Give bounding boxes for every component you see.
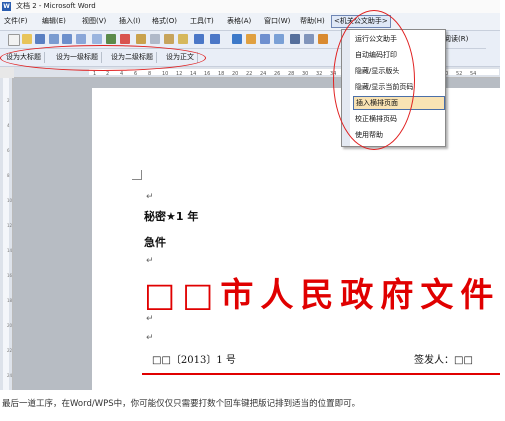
vruler-tick: 8 (7, 173, 10, 178)
ruler-tick: 52 (456, 71, 463, 77)
document-header-title: □□市人民政府文件 (144, 275, 500, 314)
undo-icon[interactable] (194, 34, 204, 44)
open-icon[interactable] (22, 34, 32, 44)
word-app-icon: W (2, 2, 11, 11)
print-icon[interactable] (76, 34, 86, 44)
ruler-tick: 20 (232, 71, 239, 77)
paragraph-mark: ↵ (146, 256, 154, 266)
paragraph-mark: ↵ (146, 192, 154, 202)
vruler-tick: 6 (7, 148, 10, 153)
menu-item-help[interactable]: 使用帮助 (353, 129, 443, 141)
margin-corner-mark (132, 170, 142, 180)
vruler-tick: 14 (7, 248, 13, 253)
menu-tools[interactable]: 工具(T) (188, 16, 216, 27)
menu-item-insert-landscape-page[interactable]: 插入横排页面 (353, 96, 445, 110)
print-preview-icon[interactable] (92, 34, 102, 44)
window-title: 文档 2 - Microsoft Word (16, 2, 96, 10)
vruler-tick: 18 (7, 298, 13, 303)
new-icon[interactable] (8, 34, 20, 46)
menu-item-run-assistant[interactable]: 运行公文助手 (353, 33, 443, 45)
vruler-tick: 16 (7, 273, 13, 278)
assistant-dropdown-menu: 运行公文助手 自动编码打印 隐藏/显示版头 隐藏/显示当前页码 插入横排页面 校… (341, 29, 446, 147)
signer-label: 签发人：□□ (414, 355, 473, 366)
menu-insert[interactable]: 插入(I) (117, 16, 143, 27)
menu-icon-gutter (342, 30, 350, 146)
ruler-tick: 32 (316, 71, 323, 77)
caption-text: 最后一道工序，在Word/WPS中，你可能仅仅只需要打数个回车键把版记排到适当的… (2, 399, 361, 409)
menu-item-toggle-page-number[interactable]: 隐藏/显示当前页码 (353, 81, 443, 93)
vruler-tick: 22 (7, 348, 13, 353)
ruler-tick: 8 (148, 71, 152, 77)
menu-file[interactable]: 文件(F) (2, 16, 30, 27)
copy-icon[interactable] (150, 34, 160, 44)
secret-level-text: 秘密★1 年 (144, 210, 199, 223)
menu-help[interactable]: 帮助(H) (298, 16, 327, 27)
paragraph-mark: ↵ (146, 314, 154, 324)
insert-table-icon[interactable] (260, 34, 270, 44)
ruler-tick: 2 (106, 71, 110, 77)
ruler-tick: 1 (93, 71, 97, 77)
menu-item-toggle-header[interactable]: 隐藏/显示版头 (353, 65, 443, 77)
vruler-tick: 20 (7, 323, 13, 328)
paste-icon[interactable] (164, 34, 174, 44)
vruler-tick: 12 (7, 223, 13, 228)
ruler-tick: 22 (246, 71, 253, 77)
ruler-tick: 16 (204, 71, 211, 77)
set-main-title-button[interactable]: 设为大标题 (6, 52, 45, 63)
vruler-tick: 4 (7, 123, 10, 128)
vertical-ruler[interactable]: 2 4 6 8 10 12 14 16 18 20 22 24 (0, 78, 13, 390)
email-icon[interactable] (62, 34, 72, 44)
columns-icon[interactable] (290, 34, 300, 44)
drawing-icon[interactable] (304, 34, 314, 44)
insert-excel-icon[interactable] (274, 34, 284, 44)
ruler-tick: 26 (274, 71, 281, 77)
cut-icon[interactable] (136, 34, 146, 44)
reading-mode-button[interactable]: 阅读(R) (444, 34, 471, 45)
set-level2-heading-button[interactable]: 设为二级标题 (111, 52, 157, 63)
document-map-icon[interactable] (318, 34, 328, 44)
word-window: W 文档 2 - Microsoft Word 文件(F) 编辑(E) 视图(V… (0, 0, 500, 390)
menu-table[interactable]: 表格(A) (225, 16, 253, 27)
permission-icon[interactable] (49, 34, 59, 44)
set-body-text-button[interactable]: 设为正文 (166, 52, 198, 63)
vertical-ruler-area: 2 4 6 8 10 12 14 16 18 20 22 24 (3, 78, 13, 390)
ruler-tick: 14 (190, 71, 197, 77)
menu-format[interactable]: 格式(O) (150, 16, 179, 27)
ruler-tick: 30 (302, 71, 309, 77)
vruler-tick: 24 (7, 373, 13, 378)
urgency-text: 急件 (144, 236, 166, 249)
format-painter-icon[interactable] (178, 34, 188, 44)
menu-window[interactable]: 窗口(W) (262, 16, 292, 27)
spelling-icon[interactable] (106, 34, 116, 44)
vruler-tick: 2 (7, 98, 10, 103)
ruler-tick: 54 (470, 71, 477, 77)
title-bar: W 文档 2 - Microsoft Word (0, 0, 500, 13)
menu-edit[interactable]: 编辑(E) (40, 16, 68, 27)
vruler-tick: 10 (7, 198, 13, 203)
ruler-tick: 24 (260, 71, 267, 77)
menu-item-fix-landscape-page-number[interactable]: 校正横排页码 (353, 113, 443, 125)
set-level1-heading-button[interactable]: 设为一级标题 (56, 52, 102, 63)
menu-view[interactable]: 视图(V) (80, 16, 108, 27)
ruler-tick: 34 (330, 71, 337, 77)
ruler-tick: 6 (134, 71, 138, 77)
document-number: □□〔2013〕1 号 (152, 355, 236, 366)
ruler-tick: 12 (176, 71, 183, 77)
paragraph-mark: ↵ (146, 333, 154, 343)
tables-borders-icon[interactable] (246, 34, 256, 44)
ruler-tick: 28 (288, 71, 295, 77)
save-icon[interactable] (35, 34, 45, 44)
ruler-tick: 4 (120, 71, 124, 77)
redo-icon[interactable] (210, 34, 220, 44)
ruler-tick: 10 (162, 71, 169, 77)
ruler-tick: 18 (218, 71, 225, 77)
menu-official-doc-assistant[interactable]: <机关公文助手> (331, 15, 391, 28)
hyperlink-icon[interactable] (232, 34, 242, 44)
red-separator-line (142, 373, 500, 375)
menu-item-auto-number-print[interactable]: 自动编码打印 (353, 49, 443, 61)
research-icon[interactable] (120, 34, 130, 44)
